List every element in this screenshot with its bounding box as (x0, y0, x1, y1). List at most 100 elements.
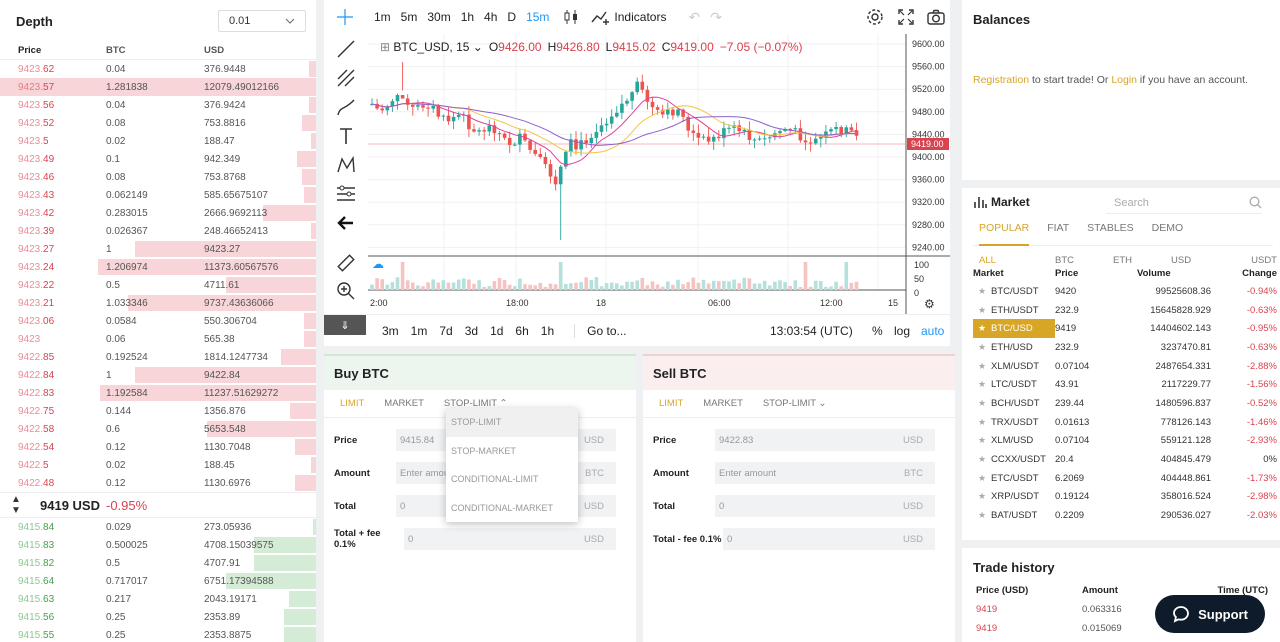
bid-row[interactable]: 9415.63 0.217 2043.19171 (0, 590, 316, 608)
ask-row[interactable]: 9423.62 0.04 376.9448 (0, 60, 316, 78)
tab-demo[interactable]: DEMO (1152, 222, 1184, 234)
star-icon[interactable]: ★ (973, 491, 991, 502)
sort-icon[interactable]: ▲ ▼ (0, 494, 32, 516)
ask-row[interactable]: 9422.54 0.12 1130.7048 (0, 438, 316, 456)
range-1m[interactable]: 1m (411, 324, 428, 338)
pattern-icon[interactable] (335, 154, 357, 176)
star-icon[interactable]: ★ (973, 379, 991, 390)
tab-fiat[interactable]: FIAT (1047, 222, 1069, 234)
indicators-button[interactable]: Indicators (614, 10, 666, 24)
ask-row[interactable]: 9422.75 0.144 1356.876 (0, 402, 316, 420)
candles-icon[interactable] (563, 9, 579, 25)
buy-tab-limit[interactable]: LIMIT (340, 398, 364, 409)
bid-row[interactable]: 9415.82 0.5 4707.91 (0, 554, 316, 572)
market-row[interactable]: ★ ETH/USDT 232.9 15645828.929 -0.63% (973, 301, 1277, 320)
col-market[interactable]: Market (973, 268, 1055, 279)
bid-row[interactable]: 9415.84 0.029 273.05936 (0, 518, 316, 536)
market-row[interactable]: ★ LTC/USDT 43.91 2117229.77 -1.56% (973, 375, 1277, 394)
price-chart[interactable]: 9600.00 9560.00 9520.00 9480.00 9440.00 9400.… (368, 34, 950, 314)
redo-icon[interactable]: ↷ (710, 9, 722, 26)
ask-row[interactable]: 9423.27 1 9423.27 (0, 240, 316, 258)
ask-row[interactable]: 9423.42 0.283015 2666.9692113 (0, 204, 316, 222)
star-icon[interactable]: ★ (973, 454, 991, 465)
ask-row[interactable]: 9422.58 0.6 5653.548 (0, 420, 316, 438)
ask-row[interactable]: 9423.52 0.08 753.8816 (0, 114, 316, 132)
market-row[interactable]: ★ BTC/USD 9419 14404602.143 -0.95% (973, 319, 1277, 339)
sell-price-input[interactable]: 9422.83 USD (715, 429, 935, 451)
undo-icon[interactable]: ↶ (688, 9, 700, 26)
range-3m[interactable]: 3m (382, 324, 399, 338)
star-icon[interactable]: ★ (973, 323, 991, 334)
tf-30m[interactable]: 30m (427, 10, 450, 24)
bid-row[interactable]: 9415.56 0.25 2353.89 (0, 608, 316, 626)
range-3d[interactable]: 3d (465, 324, 478, 338)
scroll-down-icon[interactable]: ⇓ (324, 315, 366, 335)
log-toggle[interactable]: log (894, 324, 910, 338)
ask-row[interactable]: 9423.24 1.206974 11373.60567576 (0, 258, 316, 276)
settings-icon[interactable] (866, 8, 884, 26)
market-row[interactable]: ★ BTC/USDT 9420 99525608.36 -0.94% (973, 282, 1277, 301)
fullscreen-icon[interactable] (898, 9, 914, 25)
tf-4h[interactable]: 4h (484, 10, 497, 24)
range-7d[interactable]: 7d (439, 324, 452, 338)
bid-row[interactable]: 9415.64 0.717017 6751.17394588 (0, 572, 316, 590)
ask-row[interactable]: 9422.5 0.02 188.45 (0, 456, 316, 474)
bid-row[interactable]: 9415.83 0.500025 4708.15039575 (0, 536, 316, 554)
ask-row[interactable]: 9422.48 0.12 1130.6976 (0, 474, 316, 492)
ask-row[interactable]: 9422.84 1 9422.84 (0, 366, 316, 384)
market-row[interactable]: ★ ETC/USDT 6.2069 404448.861 -1.73% (973, 469, 1277, 488)
ask-row[interactable]: 9423.39 0.026367 248.46652413 (0, 222, 316, 240)
ask-row[interactable]: 9423.22 0.5 4711.61 (0, 276, 316, 294)
range-6h[interactable]: 6h (515, 324, 528, 338)
market-row[interactable]: ★ BCH/USDT 239.44 1480596.837 -0.52% (973, 394, 1277, 413)
tf-1m[interactable]: 1m (374, 10, 391, 24)
sell-tab-market[interactable]: MARKET (703, 398, 743, 409)
sell-tab-stop-limit[interactable]: STOP-LIMIT ⌄ (763, 398, 827, 409)
market-row[interactable]: ★ ETH/USD 232.9 3237470.81 -0.63% (973, 338, 1277, 357)
text-icon[interactable] (335, 125, 357, 147)
star-icon[interactable]: ★ (973, 417, 991, 428)
market-row[interactable]: ★ XLM/USDT 0.07104 2487654.331 -2.88% (973, 357, 1277, 376)
option-conditional-limit[interactable]: CONDITIONAL-LIMIT (446, 465, 578, 494)
tab-popular[interactable]: POPULAR (979, 222, 1030, 246)
ask-row[interactable]: 9423.49 0.1 942.349 (0, 150, 316, 168)
filter-eth[interactable]: ETH (1113, 255, 1171, 266)
gear-icon[interactable]: ⚙ (924, 297, 935, 311)
star-icon[interactable]: ★ (973, 342, 991, 353)
ask-row[interactable]: 9423.5 0.02 188.47 (0, 132, 316, 150)
option-stop-limit[interactable]: STOP-LIMIT (446, 408, 578, 437)
filter-all[interactable]: ALL (973, 255, 1055, 266)
range-1h[interactable]: 1h (541, 324, 554, 338)
option-conditional-market[interactable]: CONDITIONAL-MARKET (446, 494, 578, 523)
ask-row[interactable]: 9423 0.06 565.38 (0, 330, 316, 348)
star-icon[interactable]: ★ (973, 305, 991, 316)
symbol-selector[interactable]: ⊞ BTC_USD, 15 ⌄ (380, 40, 483, 54)
star-icon[interactable]: ★ (973, 435, 991, 446)
col-volume[interactable]: Volume (1137, 268, 1221, 279)
market-row[interactable]: ★ TRX/USDT 0.01613 778126.143 -1.46% (973, 413, 1277, 432)
login-link[interactable]: Login (1111, 74, 1137, 86)
ask-row[interactable]: 9422.83 1.192584 11237.51629272 (0, 384, 316, 402)
tf-1h[interactable]: 1h (461, 10, 474, 24)
fib-icon[interactable] (335, 67, 357, 89)
tf-15m[interactable]: 15m (526, 10, 549, 24)
brush-icon[interactable] (335, 96, 357, 118)
camera-icon[interactable] (927, 9, 945, 25)
registration-link[interactable]: Registration (973, 74, 1029, 86)
star-icon[interactable]: ★ (973, 361, 991, 372)
buy-tab-market[interactable]: MARKET (384, 398, 424, 409)
sell-amount-input[interactable]: Enter amount BTC (715, 462, 935, 484)
market-search-input[interactable]: Search (1106, 192, 1262, 214)
col-price[interactable]: Price (1055, 268, 1137, 279)
auto-toggle[interactable]: auto (921, 324, 944, 338)
market-row[interactable]: ★ XRP/USDT 0.19124 358016.524 -2.98% (973, 488, 1277, 507)
support-button[interactable]: Support (1155, 595, 1265, 633)
sell-total-input[interactable]: 0 USD (715, 495, 935, 517)
bid-row[interactable]: 9415.55 0.25 2353.8875 (0, 626, 316, 642)
ask-row[interactable]: 9422.85 0.192524 1814.1247734 (0, 348, 316, 366)
option-stop-market[interactable]: STOP-MARKET (446, 437, 578, 466)
indicators-icon[interactable] (591, 9, 611, 25)
zoom-icon[interactable] (335, 280, 357, 302)
measure-tools-icon[interactable] (335, 183, 357, 205)
goto-button[interactable]: Go to... (574, 323, 627, 338)
